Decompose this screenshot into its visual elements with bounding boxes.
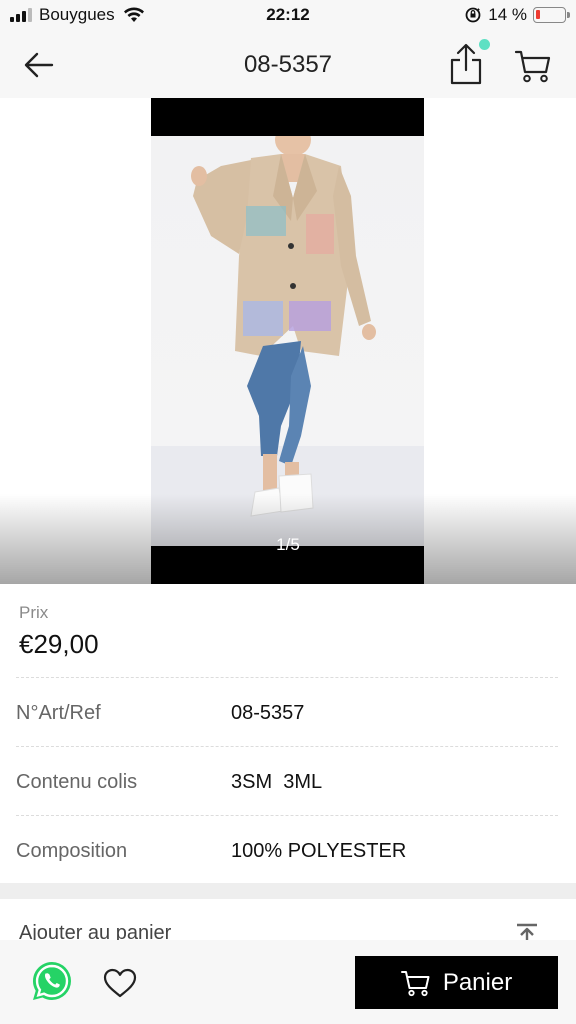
composition-label: Composition (16, 840, 128, 862)
whatsapp-icon[interactable] (31, 960, 73, 1002)
page-title: 08-5357 (243, 51, 333, 78)
divider (16, 746, 558, 747)
battery-icon (533, 7, 570, 23)
package-contents-label: Contenu colis (16, 771, 138, 793)
product-image-gallery[interactable]: 1/5 (0, 98, 576, 584)
section-separator (0, 883, 576, 899)
orientation-lock-icon (465, 7, 481, 23)
battery-percent: 14 % (488, 5, 527, 24)
gallery-page-counter: 1/5 (276, 535, 300, 554)
cart-icon[interactable] (514, 48, 552, 84)
navigation-bar: 08-5357 (0, 32, 576, 98)
ref-label: N°Art/Ref (16, 702, 101, 724)
battery-fill (536, 10, 540, 19)
model-illustration (151, 136, 424, 546)
cart-icon (400, 970, 430, 996)
heart-icon[interactable] (102, 967, 138, 999)
add-to-cart-row[interactable]: Ajouter au panier (0, 899, 576, 943)
price-label: Prix (19, 603, 49, 622)
composition-value: 100% POLYESTER (231, 840, 407, 862)
status-bar: Bouygues 22:12 14 % (0, 0, 576, 32)
product-photo-content (151, 136, 424, 546)
status-right: 14 % (464, 5, 570, 25)
divider (16, 677, 558, 678)
price-value: €29,00 (19, 629, 99, 659)
divider (16, 815, 558, 816)
bottom-action-bar: Panier (0, 940, 576, 1024)
package-contents-value: 3SM 3ML (231, 771, 323, 793)
notification-dot (479, 39, 490, 50)
cart-button[interactable]: Panier (355, 956, 558, 1009)
ref-value: 08-5357 (231, 702, 305, 724)
cart-button-label: Panier (442, 968, 513, 996)
